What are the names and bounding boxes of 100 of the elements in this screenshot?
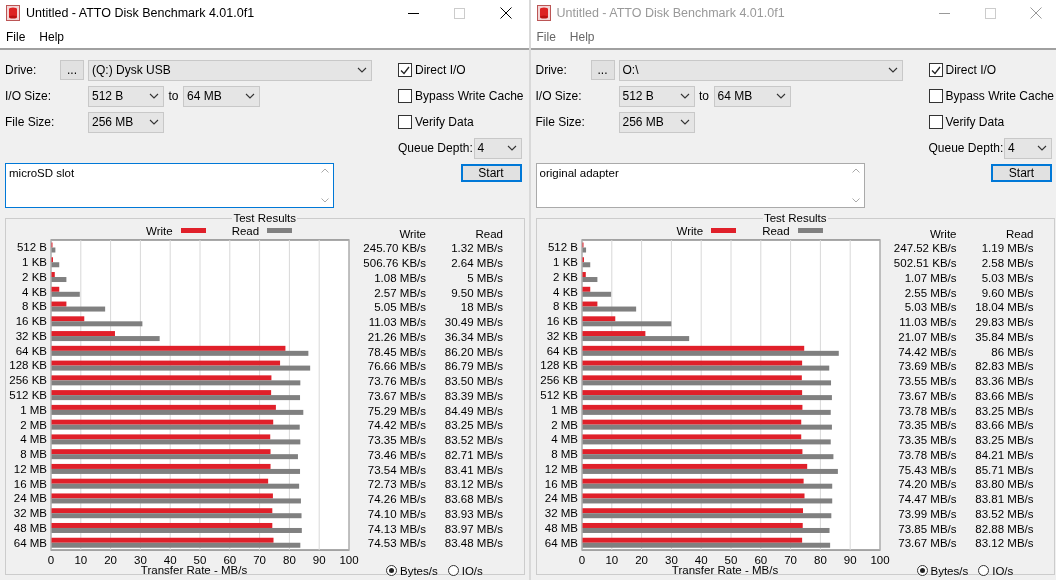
table-cell-text: 11.03 MB/s (898, 316, 957, 329)
write-bar (582, 301, 597, 307)
read-bar (51, 306, 106, 312)
category-label: 24 MB (544, 492, 578, 505)
table-cell-text: 21.26 MB/s (366, 330, 426, 343)
field-label: to (167, 89, 180, 103)
field-label: File Size: (5, 115, 56, 129)
table-cell-text: 83.25 MB/s (974, 434, 1034, 447)
table-cell-text: 5.03 MB/s (980, 271, 1034, 284)
table-cell-text: 1.32 MB/s (450, 242, 503, 255)
table-cell-text: 73.67 MB/s (897, 389, 957, 402)
category-label: 2 KB (552, 270, 578, 283)
checkbox[interactable] (398, 115, 412, 129)
table-cell-text: 76.66 MB/s (366, 360, 426, 373)
menu-item[interactable]: File (1, 30, 31, 44)
field-label: I/O Size: (535, 89, 583, 103)
table-cell-text: 74.20 MB/s (897, 478, 957, 491)
category-label: 2 MB (550, 418, 578, 431)
table-cell-text: 2.57 MB/s (373, 286, 426, 299)
radio-button[interactable] (386, 565, 397, 577)
radio-label: IO/s (461, 564, 483, 577)
table-cell-text: 83.12 MB/s (974, 537, 1034, 550)
category-label: 64 KB (15, 344, 47, 357)
close-icon (499, 7, 512, 19)
table-cell-text: 83.81 MB/s (974, 493, 1034, 506)
field-label: Drive: (5, 63, 38, 77)
table-cell-text: 73.35 MB/s (897, 419, 957, 432)
caret-icon (506, 145, 517, 151)
table-cell-text: 83.25 MB/s (974, 404, 1034, 417)
tick-label: 50 (724, 554, 737, 566)
category-label: 256 KB (9, 374, 47, 387)
radio-label: IO/s (992, 564, 1014, 577)
category-label: 512 B (16, 241, 47, 254)
table-cell-text: 506.76 KB/s (362, 257, 426, 270)
tick-label: 20 (634, 554, 648, 566)
radio-button[interactable] (447, 565, 459, 577)
checkbox[interactable] (398, 89, 412, 103)
minimize-icon (408, 12, 419, 14)
dropdown[interactable]: 512 B (88, 85, 164, 107)
table-cell-text: 73.67 MB/s (366, 389, 426, 402)
tick-label: 40 (163, 554, 177, 566)
category-label: 1 MB (550, 403, 578, 416)
category-label: 128 KB (539, 359, 578, 372)
category-label: 4 KB (22, 285, 47, 298)
table-cell-text: 73.35 MB/s (366, 434, 426, 447)
legend-label: Read (762, 224, 790, 237)
tick-label: 80 (813, 554, 827, 566)
group-title: Test Results (762, 213, 828, 224)
app-icon (536, 5, 551, 21)
table-cell-text: 73.55 MB/s (897, 375, 957, 388)
tick-label: 100 (339, 554, 359, 566)
dropdown[interactable]: 256 MB (88, 111, 164, 133)
tick-label: 20 (104, 554, 117, 566)
category-label: 24 MB (13, 492, 47, 505)
table-cell-text: 5.03 MB/s (903, 301, 957, 314)
tick-label: 100 (869, 554, 890, 566)
drive-dropdown[interactable]: (Q:) Dysk USB (88, 59, 372, 81)
tick-label: 70 (783, 554, 797, 566)
table-cell-text: 73.35 MB/s (897, 434, 957, 447)
menu-item[interactable]: Help (34, 30, 70, 44)
category-label: 512 B (547, 241, 578, 254)
dropdown[interactable]: 4 (473, 137, 522, 159)
category-label: 48 MB (13, 521, 47, 534)
category-label: 16 KB (15, 315, 47, 328)
radio-label: Bytes/s (400, 564, 438, 577)
category-label: 128 KB (9, 359, 47, 372)
browse-button[interactable]: ... (60, 60, 84, 80)
tick-label: 50 (193, 554, 207, 566)
dropdown[interactable]: 64 MB (183, 85, 260, 107)
category-label: 1 MB (20, 403, 47, 416)
tick-label: 10 (604, 554, 618, 566)
field-label: Queue Depth: (398, 141, 473, 155)
table-cell-text: 74.13 MB/s (366, 522, 426, 535)
category-label: 32 KB (546, 329, 578, 342)
table-cell-text: 83.48 MB/s (443, 537, 503, 550)
checkbox-label: Direct I/O (945, 63, 997, 77)
checkbox-label: Bypass Write Cache (415, 89, 524, 103)
table-cell-text: 502.51 KB/s (892, 257, 957, 270)
axis-title: Transfer Rate - MB/s (140, 564, 248, 576)
tick-label: 90 (843, 554, 857, 566)
table-cell-text: 9.50 MB/s (450, 286, 503, 299)
radio-label: Bytes/s (930, 564, 969, 577)
checkbox[interactable] (398, 63, 412, 77)
table-cell-text: 35.84 MB/s (974, 330, 1034, 343)
table-cell-text: 74.26 MB/s (366, 493, 426, 506)
category-label: 32 MB (544, 507, 578, 520)
start-button[interactable]: Start (460, 164, 522, 182)
write-bar (51, 316, 85, 322)
legend-label: Write (146, 224, 173, 237)
axis-title: Transfer Rate - MB/s (671, 564, 778, 576)
category-label: 64 MB (544, 536, 578, 549)
table-cell-text: 78.45 MB/s (366, 345, 426, 358)
table-cell-text: 83.66 MB/s (974, 419, 1034, 432)
table-cell-text: 84.49 MB/s (443, 404, 503, 417)
table-cell-text: 18.04 MB/s (974, 301, 1034, 314)
caret-icon (679, 119, 690, 125)
table-cell-text: 83.80 MB/s (974, 478, 1034, 491)
read-bar (51, 247, 56, 253)
window-title: Untitled - ATTO Disk Benchmark 4.01.0f1 (556, 6, 786, 20)
category-label: 8 MB (20, 448, 47, 461)
